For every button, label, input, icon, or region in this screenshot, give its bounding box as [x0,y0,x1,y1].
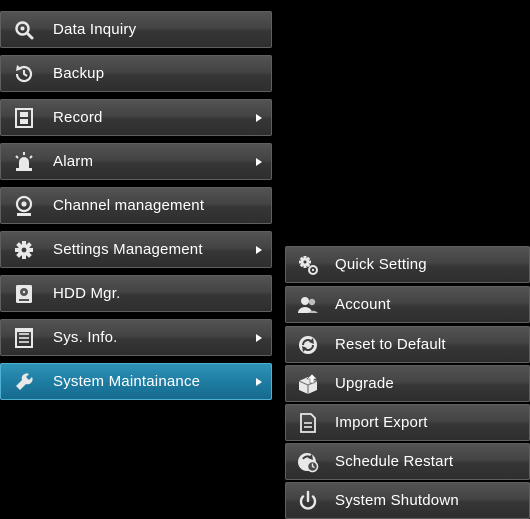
menu-item-label: Settings Management [53,241,203,258]
submenu-item-label: Reset to Default [335,336,446,353]
submenu-item-label: Quick Setting [335,256,427,273]
menu-item-hdd-mgr[interactable]: HDD Mgr. [0,275,272,312]
submenu-item-label: Schedule Restart [335,453,454,470]
submenu-item-import-export[interactable]: Import Export [285,404,530,441]
submenu-arrow-icon [256,333,262,342]
menu-item-system-maintainance[interactable]: System Maintainance [0,363,272,400]
users-icon [295,292,321,318]
upgrade-icon [295,371,321,397]
menu-item-channel-management[interactable]: Channel management [0,187,272,224]
submenu-item-label: Upgrade [335,375,394,392]
submenu-arrow-icon [256,245,262,254]
clock-backup-icon [11,61,37,87]
submenu-item-upgrade[interactable]: Upgrade [285,365,530,402]
gear-icon [11,237,37,263]
menu-item-label: Record [53,109,103,126]
submenu-item-quick-setting[interactable]: Quick Setting [285,246,530,283]
film-strip-icon [11,105,37,131]
submenu-item-label: Import Export [335,414,428,431]
submenu-item-label: System Shutdown [335,492,459,509]
submenu-arrow-icon [256,377,262,386]
quick-setting-gears-icon [295,252,321,278]
menu-item-label: HDD Mgr. [53,285,121,302]
menu-item-data-inquiry[interactable]: Data Inquiry [0,11,272,48]
menu-item-label: System Maintainance [53,373,201,390]
submenu-item-reset-to-default[interactable]: Reset to Default [285,326,530,363]
submenu-arrow-icon [256,113,262,122]
menu-item-sys-info[interactable]: Sys. Info. [0,319,272,356]
schedule-restart-icon [295,449,321,475]
menu-item-record[interactable]: Record [0,99,272,136]
import-export-icon [295,410,321,436]
menu-item-label: Sys. Info. [53,329,118,346]
submenu-item-schedule-restart[interactable]: Schedule Restart [285,443,530,480]
submenu-arrow-icon [256,157,262,166]
hdd-icon [11,281,37,307]
menu-item-label: Data Inquiry [53,21,137,38]
submenu-item-label: Account [335,296,391,313]
menu-item-label: Alarm [53,153,94,170]
menu-item-settings-management[interactable]: Settings Management [0,231,272,268]
menu-item-backup[interactable]: Backup [0,55,272,92]
webcam-icon [11,193,37,219]
wrench-icon [11,369,37,395]
magnifier-icon [11,17,37,43]
alarm-siren-icon [11,149,37,175]
menu-item-label: Channel management [53,197,205,214]
menu-item-alarm[interactable]: Alarm [0,143,272,180]
document-icon [11,325,37,351]
submenu-item-account[interactable]: Account [285,286,530,323]
submenu-item-system-shutdown[interactable]: System Shutdown [285,482,530,519]
menu-item-label: Backup [53,65,105,82]
power-icon [295,488,321,514]
reset-icon [295,332,321,358]
